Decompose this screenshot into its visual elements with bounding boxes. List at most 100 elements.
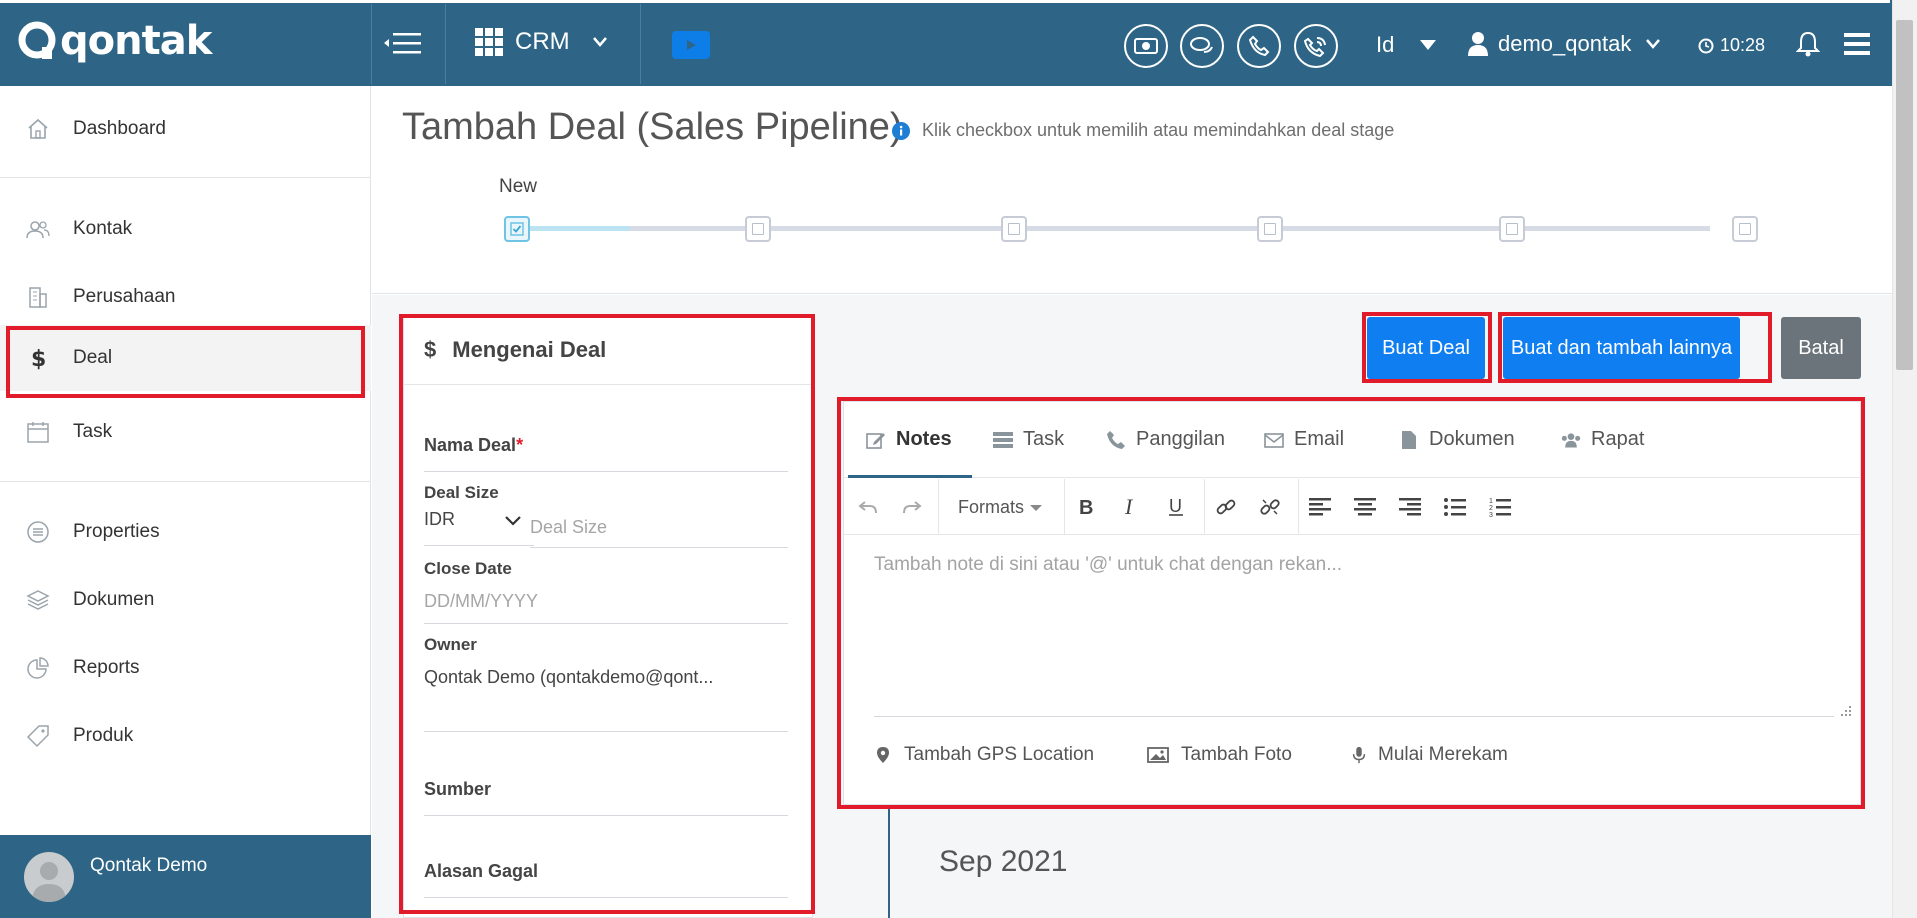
tab-dokumen[interactable]: Dokumen <box>1399 428 1515 451</box>
bullet-list-button[interactable] <box>1441 493 1469 521</box>
video-call-button[interactable] <box>672 31 710 59</box>
align-center-button[interactable] <box>1351 493 1379 521</box>
sidebar-item-reports[interactable]: Reports <box>0 643 371 693</box>
bell-icon[interactable] <box>1796 31 1820 57</box>
user-menu[interactable]: demo_qontak <box>1468 31 1661 57</box>
sidebar-item-label: Perusahaan <box>73 286 176 307</box>
sumber-label: Sumber <box>424 779 492 799</box>
tab-label: Email <box>1294 428 1345 450</box>
add-gps-button[interactable]: Tambah GPS Location <box>874 744 1094 766</box>
unlink-button[interactable] <box>1256 493 1284 521</box>
nama-deal-input[interactable] <box>424 471 788 472</box>
language-selector[interactable]: Id <box>1376 32 1437 58</box>
cash-button[interactable] <box>1124 24 1168 68</box>
tab-notes[interactable]: Notes <box>866 428 952 451</box>
module-switcher[interactable]: CRM <box>475 28 608 56</box>
stage-checkbox[interactable] <box>745 216 771 242</box>
nav-divider <box>371 4 372 84</box>
alasan-gagal-input[interactable] <box>424 897 788 898</box>
toolbar-separator <box>1064 479 1065 535</box>
list-circle-icon <box>27 521 49 543</box>
sidebar-item-dashboard[interactable]: Dashboard <box>0 104 371 154</box>
sidebar-item-kontak[interactable]: Kontak <box>0 204 371 254</box>
add-photo-button[interactable]: Tambah Foto <box>1147 744 1292 766</box>
toolbar-separator <box>1298 479 1299 535</box>
caret-down-icon <box>1030 504 1043 511</box>
check-icon <box>510 222 524 236</box>
phone-button[interactable] <box>1237 24 1281 68</box>
numbered-list-button[interactable]: 123 <box>1486 493 1514 521</box>
sumber-input[interactable] <box>424 815 788 816</box>
owner-select[interactable]: Qontak Demo (qontakdemo@qont... <box>424 667 713 688</box>
call-log-button[interactable] <box>1294 24 1338 68</box>
activity-tabs: Notes Task Panggilan Email Dokumen Rapat <box>844 402 1860 478</box>
bold-button[interactable]: B <box>1072 493 1100 521</box>
stage-checkbox-new[interactable] <box>504 216 530 242</box>
batal-button[interactable]: Batal <box>1781 317 1861 379</box>
nama-deal-label-text: Nama Deal <box>424 435 517 455</box>
stage-label-new: New <box>499 176 538 197</box>
formats-dropdown[interactable]: Formats <box>958 497 1043 518</box>
deal-size-label: Deal Size <box>424 483 499 502</box>
scrollbar-thumb[interactable] <box>1896 20 1913 370</box>
start-recording-button[interactable]: Mulai Merekam <box>1352 744 1508 766</box>
dollar-icon: $ <box>424 336 437 362</box>
info-icon <box>892 121 910 140</box>
map-marker-icon <box>877 747 889 763</box>
stage-checkbox[interactable] <box>1499 216 1525 242</box>
chat-button[interactable] <box>1180 24 1224 68</box>
qontak-logo-icon <box>18 21 56 59</box>
dollar-icon: $ <box>31 347 46 370</box>
resize-handle-icon[interactable] <box>1839 704 1851 716</box>
buat-deal-button[interactable]: Buat Deal <box>1367 317 1485 379</box>
underline-button[interactable]: U <box>1162 493 1190 521</box>
deal-size-input[interactable]: Deal Size <box>530 517 607 538</box>
sidebar-item-perusahaan[interactable]: Perusahaan <box>0 272 371 322</box>
currency-select[interactable]: IDR <box>424 503 534 535</box>
undo-icon <box>858 501 877 514</box>
page-header: Tambah Deal (Sales Pipeline) Klik checkb… <box>372 86 1892 294</box>
sidebar-toggle-icon[interactable] <box>384 30 422 56</box>
stage-checkbox[interactable] <box>1732 216 1758 242</box>
tab-panggilan[interactable]: Panggilan <box>1106 428 1225 451</box>
user-avatar-icon <box>32 862 66 902</box>
stage-checkbox[interactable] <box>1257 216 1283 242</box>
stage-checkbox[interactable] <box>1001 216 1027 242</box>
required-mark: * <box>516 435 524 455</box>
close-date-underline <box>424 623 788 624</box>
link-button[interactable] <box>1212 493 1240 521</box>
sidebar-item-properties[interactable]: Properties <box>0 507 371 557</box>
checkbox-inner <box>752 223 764 235</box>
sidebar-item-produk[interactable]: Produk <box>0 711 371 761</box>
tab-task[interactable]: Task <box>993 428 1064 451</box>
tab-rapat[interactable]: Rapat <box>1561 428 1644 451</box>
align-right-button[interactable] <box>1396 493 1424 521</box>
card-header: $ Mengenai Deal <box>404 315 812 385</box>
sidebar-divider <box>0 481 371 482</box>
sidebar-item-dokumen[interactable]: Dokumen <box>0 575 371 625</box>
extra-label: Tambah Foto <box>1181 744 1292 765</box>
redo-button[interactable] <box>898 493 926 521</box>
sidebar-item-task[interactable]: Task <box>0 407 371 457</box>
timeline-line <box>888 807 890 918</box>
tag-icon <box>26 725 49 748</box>
owner-label: Owner <box>424 635 477 654</box>
close-date-input[interactable]: DD/MM/YYYY <box>424 591 538 612</box>
page-scrollbar[interactable] <box>1892 0 1917 918</box>
svg-text:B: B <box>1079 497 1093 517</box>
alasan-gagal-label: Alasan Gagal <box>424 861 539 881</box>
hamburger-menu-icon[interactable] <box>1844 33 1870 55</box>
module-label: CRM <box>515 28 570 55</box>
sidebar-item-label: Dokumen <box>73 589 155 610</box>
align-left-button[interactable] <box>1306 493 1334 521</box>
undo-button[interactable] <box>854 493 882 521</box>
sidebar-item-deal[interactable]: $ Deal <box>0 325 371 391</box>
tab-email[interactable]: Email <box>1264 428 1344 451</box>
app-logo[interactable]: qontak <box>18 18 212 64</box>
note-input[interactable]: Tambah note di sini atau '@' untuk chat … <box>874 554 1342 576</box>
italic-button[interactable]: I <box>1117 493 1145 521</box>
timeline-month: Sep 2021 <box>939 845 1068 878</box>
buat-dan-tambah-button[interactable]: Buat dan tambah lainnya <box>1503 317 1740 379</box>
profile-panel[interactable]: Qontak Demo <box>0 835 371 918</box>
formats-label: Formats <box>958 497 1025 517</box>
